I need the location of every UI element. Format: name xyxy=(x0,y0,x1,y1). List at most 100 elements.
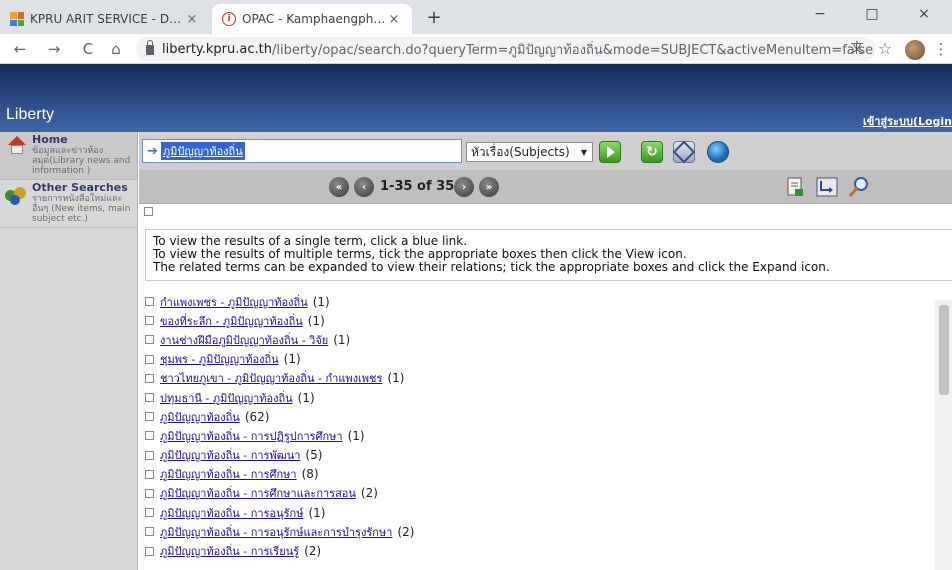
result-term-link[interactable]: ชุมพร - ภูมิปัญญาท้องถิ่น xyxy=(160,350,279,368)
pager-bar: « ‹ 1-35 of 35 › » xyxy=(139,170,952,204)
result-count: (1) xyxy=(347,428,365,443)
refresh-icon[interactable]: ↻ xyxy=(641,141,663,163)
search-input[interactable]: ➔ ภูมิปัญญาท้องถิ่น xyxy=(142,139,462,163)
liberty-logo: Liberty xyxy=(6,106,55,123)
result-checkbox[interactable] xyxy=(145,316,154,326)
url-host: liberty.kpru.ac.th xyxy=(162,41,272,57)
result-item: ปทุมธานี - ภูมิปัญญาท้องถิ่น (1) xyxy=(145,388,935,407)
forward-button[interactable]: → xyxy=(42,39,66,59)
lock-icon xyxy=(146,40,154,55)
browser-menu-icon[interactable]: ⋮ xyxy=(932,40,950,58)
result-count: (1) xyxy=(333,332,351,347)
search-term[interactable]: ภูมิปัญญาท้องถิ่น xyxy=(160,142,245,160)
result-term-link[interactable]: งานช่างฝีมือภูมิปัญญาท้องถิ่น - วิจัย xyxy=(160,331,328,349)
result-term-link[interactable]: ภูมิปัญญาท้องถิ่น - การเรียนรู้ xyxy=(160,542,299,560)
scrollbar-thumb[interactable] xyxy=(939,305,949,395)
sidebar-item-desc: รายการหนังสือใหม่และอื่นๆ (New items, ma… xyxy=(32,194,131,224)
result-count: (2) xyxy=(304,544,322,559)
result-checkbox[interactable] xyxy=(145,412,154,422)
prev-page-button[interactable]: ‹ xyxy=(354,177,374,197)
sidebar-item-home[interactable]: Home ข้อมูลและข่าวห้องสมุด(Library news … xyxy=(0,132,137,180)
result-item: ภูมิปัญญาท้องถิ่น - การพัฒนา (5) xyxy=(145,446,935,465)
home-button[interactable]: ⌂ xyxy=(104,39,128,59)
result-checkbox[interactable] xyxy=(145,373,154,383)
result-term-link[interactable]: ของที่ระลึก - ภูมิปัญญาท้องถิ่น xyxy=(160,312,303,330)
browser-tab-bar: KPRU ARIT SERVICE - Desktop × i OPAC - K… xyxy=(0,0,952,34)
url-input[interactable]: liberty.kpru.ac.th/liberty/opac/search.d… xyxy=(136,37,876,61)
sidebar-item-title[interactable]: Other Searches xyxy=(32,182,135,194)
last-page-button[interactable]: » xyxy=(479,177,499,197)
search-go-button[interactable] xyxy=(599,141,621,163)
result-item: ภูมิปัญญาท้องถิ่น - การอนุรักษ์และการบำร… xyxy=(145,522,935,541)
profile-avatar[interactable] xyxy=(905,40,925,60)
result-term-link[interactable]: ชาวไทยภูเขา - ภูมิปัญญาท้องถิ่น - กำแพงเ… xyxy=(160,369,382,387)
home-icon xyxy=(5,136,29,158)
sidebar-item-other-searches[interactable]: Other Searches รายการหนังสือใหม่และอื่นๆ… xyxy=(0,180,137,228)
tab-kpru-desktop[interactable]: KPRU ARIT SERVICE - Desktop × xyxy=(0,4,210,34)
result-item: ภูมิปัญญาท้องถิ่น - การเรียนรู้ (2) xyxy=(145,541,935,560)
result-term-link[interactable]: ภูมิปัญญาท้องถิ่น - การพัฒนา xyxy=(160,446,300,464)
search-type-select[interactable]: หัวเรื่อง(Subjects) ▼ xyxy=(466,142,593,162)
result-term-link[interactable]: กำแพงเพชร - ภูมิปัญญาท้องถิ่น xyxy=(160,293,308,311)
result-term-link[interactable]: ปทุมธานี - ภูมิปัญญาท้องถิ่น xyxy=(160,389,293,407)
tab-close-icon[interactable]: × xyxy=(184,12,200,27)
translate-icon[interactable]: 文 xyxy=(848,40,866,58)
result-count: (2) xyxy=(360,486,378,501)
result-checkbox[interactable] xyxy=(145,488,154,498)
result-checkbox[interactable] xyxy=(145,393,154,403)
result-item: ภูมิปัญญาท้องถิ่น - การศึกษา (8) xyxy=(145,465,935,484)
back-button[interactable]: ← xyxy=(8,39,32,59)
sidebar-item-title[interactable]: Home xyxy=(32,134,135,146)
result-count: (8) xyxy=(301,467,319,482)
tab-close-icon[interactable]: × xyxy=(386,12,402,27)
result-item: ภูมิปัญญาท้องถิ่น (62) xyxy=(145,407,935,426)
maximize-button[interactable]: □ xyxy=(852,6,892,22)
chevron-down-icon: ▼ xyxy=(580,147,587,157)
result-item: งานช่างฝีมือภูมิปัญญาท้องถิ่น - วิจัย (1) xyxy=(145,330,935,349)
login-link[interactable]: เข้าสู่ระบบ(Login xyxy=(863,112,952,130)
close-window-button[interactable]: × xyxy=(904,6,944,22)
select-all-checkbox[interactable] xyxy=(144,207,153,216)
search-toolbar: ➔ ภูมิปัญญาท้องถิ่น หัวเรื่อง(Subjects) … xyxy=(139,132,952,170)
result-checkbox[interactable] xyxy=(145,297,154,307)
result-term-link[interactable]: ภูมิปัญญาท้องถิ่น - การปฏิรูปการศึกษา xyxy=(160,427,343,445)
arrow-right-icon: ➔ xyxy=(147,143,158,159)
new-tab-button[interactable]: + xyxy=(422,7,446,28)
result-checkbox[interactable] xyxy=(145,431,154,441)
result-checkbox[interactable] xyxy=(145,469,154,479)
next-page-button[interactable]: › xyxy=(454,177,474,197)
info-icon: i xyxy=(222,12,236,26)
result-count: (62) xyxy=(244,409,270,424)
result-term-link[interactable]: ภูมิปัญญาท้องถิ่น - การศึกษา xyxy=(160,465,297,483)
globe-icon[interactable] xyxy=(707,141,729,163)
instructions-box: To view the results of a single term, cl… xyxy=(145,229,952,281)
result-term-link[interactable]: ภูมิปัญญาท้องถิ่น - การอนุรักษ์ xyxy=(160,504,303,522)
result-count: (1) xyxy=(312,294,330,309)
main-content: ➔ ภูมิปัญญาท้องถิ่น หัวเรื่อง(Subjects) … xyxy=(139,132,952,570)
result-item: ภูมิปัญญาท้องถิ่น - การศึกษาและการสอน (2) xyxy=(145,484,935,503)
view-icon[interactable] xyxy=(673,141,695,163)
result-checkbox[interactable] xyxy=(145,335,154,345)
result-item: ภูมิปัญญาท้องถิ่น - การปฏิรูปการศึกษา (1) xyxy=(145,426,935,445)
result-item: ชาวไทยภูเขา - ภูมิปัญญาท้องถิ่น - กำแพงเ… xyxy=(145,369,935,388)
first-page-button[interactable]: « xyxy=(329,177,349,197)
magnifier-icon[interactable] xyxy=(847,175,871,199)
reload-button[interactable]: C xyxy=(76,39,100,59)
expand-icon[interactable] xyxy=(815,175,839,199)
document-view-icon[interactable] xyxy=(783,175,807,199)
result-checkbox[interactable] xyxy=(145,354,154,364)
liberty-header: Liberty เข้าสู่ระบบ(Login xyxy=(0,64,952,132)
result-checkbox[interactable] xyxy=(145,450,154,460)
result-checkbox[interactable] xyxy=(145,508,154,518)
result-count: (1) xyxy=(283,352,301,367)
bookmark-star-icon[interactable]: ☆ xyxy=(876,40,894,58)
result-count: (5) xyxy=(305,448,323,463)
result-checkbox[interactable] xyxy=(145,546,154,556)
result-item: กำแพงเพชร - ภูมิปัญญาท้องถิ่น (1) xyxy=(145,292,935,311)
tab-opac[interactable]: i OPAC - Kamphaengphet Rajabha × xyxy=(212,4,412,34)
result-checkbox[interactable] xyxy=(145,527,154,537)
result-term-link[interactable]: ภูมิปัญญาท้องถิ่น - การศึกษาและการสอน xyxy=(160,484,356,502)
result-term-link[interactable]: ภูมิปัญญาท้องถิ่น xyxy=(160,408,240,426)
minimize-button[interactable]: − xyxy=(800,6,840,22)
result-term-link[interactable]: ภูมิปัญญาท้องถิ่น - การอนุรักษ์และการบำร… xyxy=(160,523,392,541)
